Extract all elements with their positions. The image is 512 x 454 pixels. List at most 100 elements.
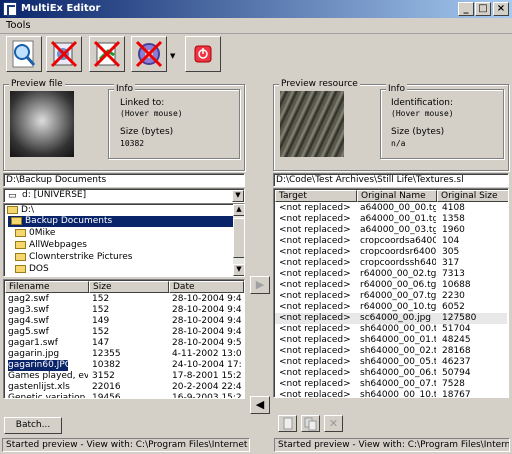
menu-tools[interactable]: Tools: [6, 20, 31, 31]
delete-button[interactable]: ✕: [324, 415, 343, 432]
folder-scrollbar[interactable]: ▲ ▼: [233, 204, 244, 276]
col-original-name[interactable]: Original Name: [357, 190, 437, 202]
resource-row[interactable]: <not replaced> cropcoordsr6400... 305: [275, 247, 507, 258]
resource-row[interactable]: <not replaced> r64000_00_02.tga 7313: [275, 269, 507, 280]
resource-row[interactable]: <not replaced> sh64000_00_06.t... 50794: [275, 368, 507, 379]
resource-row[interactable]: <not replaced> sh64000_00_00.t... 51704: [275, 324, 507, 335]
file-row[interactable]: gag2.swf 152 28-10-2004 9:44: [5, 294, 243, 305]
linked-label: Linked to:: [120, 98, 165, 108]
resource-list[interactable]: Target Original Name Original Size <not …: [273, 188, 509, 398]
file-row[interactable]: gagar1.swf 147 28-10-2004 9:50: [5, 338, 243, 349]
target-cell: <not replaced>: [279, 324, 351, 334]
resource-row[interactable]: <not replaced> a64000_00_01.tga 1358: [275, 214, 507, 225]
title-bar: MultiEx Editor _ □ ×: [0, 0, 512, 18]
menu-bar: Tools: [0, 18, 512, 34]
col-date[interactable]: Date: [169, 281, 244, 293]
target-cell: <not replaced>: [279, 203, 351, 213]
linked-value: (Hover mouse): [120, 109, 183, 118]
file-size: 3152: [92, 371, 115, 381]
target-cell: <not replaced>: [279, 247, 351, 257]
file-size: 152: [92, 305, 110, 315]
original-size-cell: 48245: [442, 335, 471, 345]
file-size: 19456: [92, 393, 121, 399]
copy-icon: [304, 417, 317, 431]
resource-row[interactable]: <not replaced> sh64000_00_01.t... 48245: [275, 335, 507, 346]
target-cell: <not replaced>: [279, 346, 351, 356]
unlink-tool-button[interactable]: [46, 36, 82, 72]
replace-icon: [93, 40, 121, 68]
col-target[interactable]: Target: [275, 190, 357, 202]
folder-root[interactable]: D:\: [7, 205, 34, 216]
file-row[interactable]: gag4.swf 149 28-10-2004 9:46: [5, 316, 243, 327]
resource-row[interactable]: <not replaced> sh64000_00_10.t... 18767: [275, 390, 507, 398]
resource-row[interactable]: <not replaced> sh64000_00_02.t... 28168: [275, 346, 507, 357]
target-cell: <not replaced>: [279, 302, 351, 312]
file-row[interactable]: gagarin.jpg 12355 4-11-2002 13:03: [5, 349, 243, 360]
folder-item-backup[interactable]: Backup Documents: [11, 216, 112, 227]
close-button[interactable]: ×: [493, 2, 509, 16]
minimize-button[interactable]: _: [458, 2, 474, 16]
resource-row[interactable]: <not replaced> a64000_00_03.tga 1960: [275, 225, 507, 236]
col-size[interactable]: Size: [89, 281, 169, 293]
original-size-cell: 104: [442, 236, 460, 246]
col-filename[interactable]: Filename: [5, 281, 89, 293]
folder-item[interactable]: 0Mike: [15, 228, 55, 239]
original-name-cell: sc64000_00.jpg: [360, 313, 432, 323]
col-original-size[interactable]: Original Size: [437, 190, 508, 202]
replace-tool-button[interactable]: [89, 36, 125, 72]
file-row[interactable]: Genetic variation b... 19456 16-9-2003 15:…: [5, 393, 243, 399]
resource-row[interactable]: <not replaced> sc64000_00.jpg 127580: [275, 313, 507, 324]
drive-select[interactable]: ▭ d: [UNIVERSE] ▼: [3, 188, 245, 203]
original-name-cell: sh64000_00_05.t...: [360, 357, 436, 367]
drive-dropdown-icon[interactable]: ▼: [232, 190, 244, 202]
resource-row[interactable]: <not replaced> a64000_00_00.tga 4108: [275, 203, 507, 214]
copy-right-button[interactable]: ▶: [250, 276, 270, 294]
resource-row[interactable]: <not replaced> sh64000_00_07.t... 7528: [275, 379, 507, 390]
folder-item[interactable]: AllWebpages: [15, 240, 87, 251]
file-row[interactable]: gag3.swf 152 28-10-2004 9:45: [5, 305, 243, 316]
resource-row[interactable]: <not replaced> sh64000_00_05.t... 46237: [275, 357, 507, 368]
original-name-cell: sh64000_00_10.t...: [360, 390, 436, 398]
scroll-down-icon[interactable]: ▼: [233, 264, 244, 276]
original-size-cell: 1960: [442, 225, 465, 235]
left-path-field[interactable]: D:\Backup Documents: [3, 173, 245, 187]
file-list[interactable]: Filename Size Date gag2.swf 152 28-10-2004…: [3, 279, 245, 399]
right-path-field[interactable]: D:\Code\Test Archives\Still Life\Texture…: [273, 173, 509, 187]
resource-row[interactable]: <not replaced> r64000_00_10.tga 6052: [275, 302, 507, 313]
settings-dropdown-arrow-icon[interactable]: ▼: [170, 52, 175, 60]
resource-row[interactable]: <not replaced> cropcoordsa6400... 104: [275, 236, 507, 247]
maximize-button[interactable]: □: [475, 2, 491, 16]
copy-button[interactable]: [301, 415, 320, 432]
target-cell: <not replaced>: [279, 214, 351, 224]
target-cell: <not replaced>: [279, 357, 351, 367]
resource-row[interactable]: <not replaced> r64000_00_07.tga 2230: [275, 291, 507, 302]
left-status: Started preview - View with: C:\Program …: [2, 438, 250, 452]
right-size-label: Size (bytes): [391, 127, 445, 137]
exit-tool-button[interactable]: [185, 36, 221, 72]
original-size-cell: 7528: [442, 379, 465, 389]
target-cell: <not replaced>: [279, 368, 351, 378]
file-row[interactable]: gagarin60.JPG 10382 24-10-2004 17:1: [5, 360, 243, 371]
copy-left-button[interactable]: ◀: [250, 396, 270, 414]
file-name: Genetic variation b...: [8, 393, 88, 399]
folder-tree[interactable]: D:\ Backup Documents 0Mike AllWebpages C…: [3, 203, 245, 277]
file-row[interactable]: Games played, ev... 3152 17-8-2001 15:22: [5, 371, 243, 382]
settings-tool-button[interactable]: [131, 36, 167, 72]
preview-tool-button[interactable]: [6, 36, 42, 72]
file-row[interactable]: gag5.swf 152 28-10-2004 9:48: [5, 327, 243, 338]
resource-row[interactable]: <not replaced> r64000_00_06.tga 10688: [275, 280, 507, 291]
original-size-cell: 6052: [442, 302, 465, 312]
scroll-up-icon[interactable]: ▲: [233, 204, 244, 216]
new-button[interactable]: [278, 415, 297, 432]
original-name-cell: cropcoordssh640...: [360, 258, 436, 268]
scroll-thumb[interactable]: [233, 218, 244, 258]
file-row[interactable]: gastenlijst.xls 22016 20-2-2004 22:48: [5, 382, 243, 393]
folder-item[interactable]: Clownterstrike Pictures: [15, 252, 132, 263]
target-cell: <not replaced>: [279, 390, 351, 398]
batch-button[interactable]: Batch...: [4, 417, 62, 434]
original-size-cell: 46237: [442, 357, 471, 367]
resource-row[interactable]: <not replaced> cropcoordssh640... 317: [275, 258, 507, 269]
folder-item[interactable]: DOS: [15, 264, 49, 275]
drive-select-value: d: [UNIVERSE]: [22, 190, 87, 200]
preview-file-label: Preview file: [9, 79, 65, 89]
